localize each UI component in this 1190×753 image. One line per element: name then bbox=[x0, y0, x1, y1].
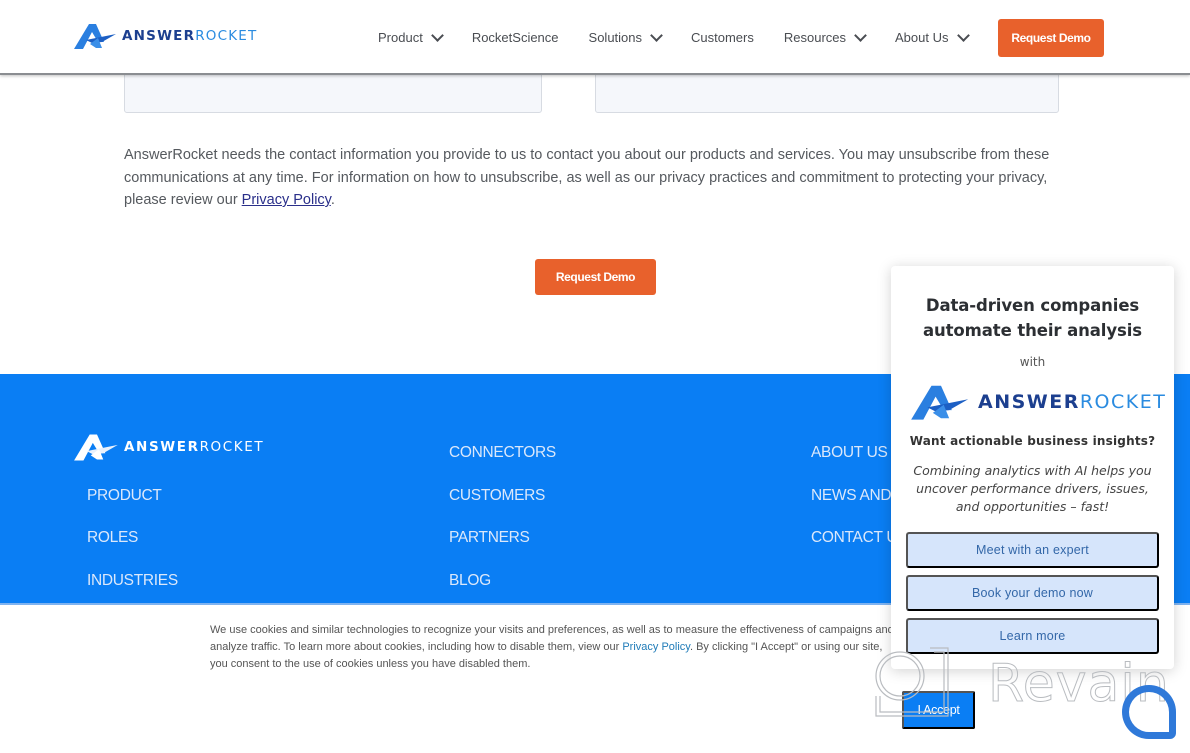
nav-product[interactable]: Product bbox=[378, 28, 444, 45]
cookie-privacy-link[interactable]: Privacy Policy bbox=[622, 641, 690, 653]
chevron-down-icon bbox=[854, 28, 867, 42]
footer-logo[interactable]: ANSWERROCKET bbox=[72, 432, 264, 462]
footer-link-about-us[interactable]: ABOUT US bbox=[811, 444, 888, 462]
footer-link-news[interactable]: NEWS AND bbox=[811, 487, 892, 505]
promo-popup: Data-driven companies automate their ana… bbox=[891, 266, 1174, 669]
brand-word-2: ROCKET bbox=[195, 28, 258, 44]
privacy-policy-link[interactable]: Privacy Policy bbox=[242, 192, 331, 208]
brand-word-1: ANSWER bbox=[978, 391, 1080, 413]
brand-word-2: ROCKET bbox=[1079, 391, 1167, 413]
footer-link-contact[interactable]: CONTACT U bbox=[811, 529, 898, 547]
brand-word-2: ROCKET bbox=[199, 439, 265, 455]
chat-bubble-icon[interactable] bbox=[1122, 685, 1176, 739]
nav-about-us[interactable]: About Us bbox=[895, 28, 970, 45]
popup-question: Want actionable business insights? bbox=[909, 434, 1156, 448]
chevron-down-icon bbox=[430, 28, 444, 42]
footer-link-product[interactable]: PRODUCT bbox=[87, 487, 162, 505]
footer-link-customers[interactable]: CUSTOMERS bbox=[449, 487, 545, 505]
rocket-logo-icon bbox=[74, 434, 118, 461]
popup-headline: Data-driven companies automate their ana… bbox=[922, 296, 1143, 340]
popup-description: Combining analytics with AI helps you un… bbox=[913, 463, 1152, 514]
nav-label: Solutions bbox=[588, 30, 643, 45]
consent-text: AnswerRocket needs the contact informati… bbox=[124, 144, 1054, 212]
footer-link-connectors[interactable]: CONNECTORS bbox=[449, 444, 556, 462]
main-nav: Product RocketScience Solutions Customer… bbox=[378, 28, 998, 45]
popup-with: with bbox=[1019, 355, 1046, 369]
nav-customers[interactable]: Customers bbox=[691, 30, 754, 45]
nav-label: Resources bbox=[783, 30, 847, 45]
learn-more-button[interactable]: Learn more bbox=[906, 618, 1159, 654]
meet-expert-button[interactable]: Meet with an expert bbox=[906, 532, 1159, 568]
nav-label: Product bbox=[378, 30, 423, 45]
brand-word-1: ANSWER bbox=[122, 28, 196, 44]
nav-resources[interactable]: Resources bbox=[783, 28, 867, 45]
site-header: ANSWERROCKET Product RocketScience Solut… bbox=[0, 0, 1190, 75]
chevron-down-icon bbox=[650, 28, 663, 42]
nav-solutions[interactable]: Solutions bbox=[588, 28, 663, 45]
chevron-down-icon bbox=[956, 28, 970, 42]
answerrocket-logo[interactable]: ANSWERROCKET bbox=[72, 22, 257, 50]
nav-label: Customers bbox=[691, 30, 754, 45]
nav-label: About Us bbox=[895, 30, 949, 45]
footer-link-industries[interactable]: INDUSTRIES bbox=[87, 572, 178, 590]
rocket-logo-icon bbox=[911, 385, 969, 420]
footer-link-roles[interactable]: ROLES bbox=[87, 529, 138, 547]
popup-logo: ANSWERROCKET bbox=[906, 383, 1166, 421]
nav-rocketscience[interactable]: RocketScience bbox=[472, 30, 559, 45]
form-field-left[interactable] bbox=[124, 70, 542, 113]
footer-link-blog[interactable]: BLOG bbox=[449, 572, 491, 590]
consent-end: . bbox=[330, 192, 335, 208]
nav-label: RocketScience bbox=[471, 30, 559, 45]
cookie-text: We use cookies and similar technologies … bbox=[210, 622, 900, 673]
rocket-logo-icon bbox=[74, 24, 116, 49]
book-demo-button[interactable]: Book your demo now bbox=[906, 575, 1159, 611]
header-request-demo-button[interactable]: Request Demo bbox=[998, 19, 1104, 57]
cookie-accept-button[interactable]: I Accept bbox=[902, 691, 975, 729]
form-request-demo-button[interactable]: Request Demo bbox=[535, 259, 656, 295]
footer-link-partners[interactable]: PARTNERS bbox=[449, 529, 530, 547]
brand-word-1: ANSWER bbox=[124, 439, 200, 455]
form-field-right[interactable] bbox=[595, 70, 1059, 113]
